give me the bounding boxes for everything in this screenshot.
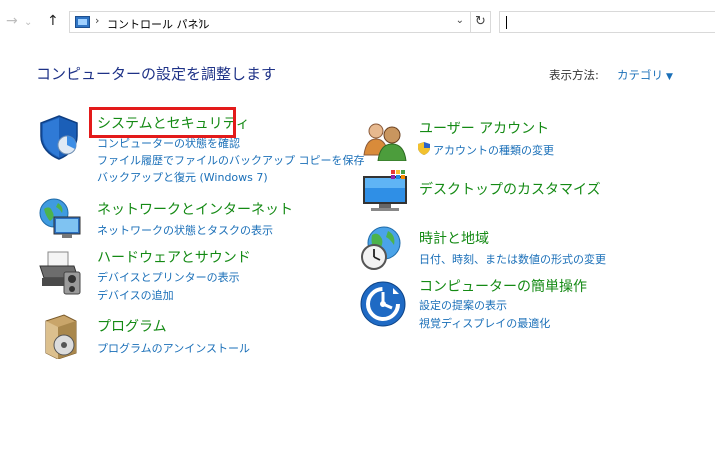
breadcrumb-separator[interactable]: › [95,14,99,27]
link-check-computer-status[interactable]: コンピューターの状態を確認 [97,135,240,151]
link-suggested-settings[interactable]: 設定の提案の表示 [419,297,507,313]
display-icon[interactable] [361,170,409,214]
breadcrumb-control-panel[interactable]: コントロール パネル [107,16,210,32]
view-by-value[interactable]: カテゴリ [617,68,663,82]
link-devices-printers[interactable]: デバイスとプリンターの表示 [97,269,240,285]
link-uninstall-program[interactable]: プログラムのアンインストール [97,340,250,356]
view-by-dropdown[interactable]: カテゴリ ▼ [617,67,673,83]
category-appearance[interactable]: デスクトップのカスタマイズ [419,179,601,199]
view-by-label: 表示方法: [549,68,599,82]
breadcrumb-separator-trailing[interactable]: › [198,14,202,27]
link-file-history[interactable]: ファイル履歴でファイルのバックアップ コピーを保存 [97,152,365,168]
category-network-internet[interactable]: ネットワークとインターネット [97,199,293,219]
category-hardware-sound[interactable]: ハードウェアとサウンド [97,247,251,267]
category-clock-region[interactable]: 時計と地域 [419,228,489,248]
back-arrow-icon[interactable]: → [6,12,18,30]
link-date-time-format[interactable]: 日付、時刻、または数値の形式の変更 [419,251,606,267]
control-panel-icon [75,16,90,28]
uac-shield-icon [418,142,430,155]
address-dropdown-icon[interactable]: ⌄ [456,15,464,26]
programs-icon[interactable] [42,313,80,359]
up-arrow-icon[interactable]: ↑ [47,12,59,30]
shield-icon[interactable] [38,114,80,160]
printer-icon[interactable] [38,248,82,296]
link-optimize-visual-display[interactable]: 視覚ディスプレイの最適化 [419,315,550,331]
link-add-device[interactable]: デバイスの追加 [97,287,174,303]
chevron-down-icon[interactable]: ▼ [666,72,673,82]
user-accounts-icon[interactable] [362,121,408,161]
link-change-account-type[interactable]: アカウントの種類の変更 [433,142,554,158]
link-network-status[interactable]: ネットワークの状態とタスクの表示 [97,222,273,238]
refresh-icon[interactable]: ↻ [471,11,491,33]
search-input[interactable] [499,11,715,33]
page-title: コンピューターの設定を調整します [36,65,277,83]
clock-globe-icon[interactable] [360,225,406,271]
category-user-accounts[interactable]: ユーザー アカウント [419,118,549,138]
link-backup-restore[interactable]: バックアップと復元 (Windows 7) [97,169,268,185]
address-bar[interactable]: › コントロール パネル › ⌄ [69,11,471,33]
network-globe-icon[interactable] [38,197,82,241]
highlight-box [89,107,236,138]
category-ease-of-access[interactable]: コンピューターの簡単操作 [419,276,587,296]
text-caret [506,16,507,29]
forward-dropdown-icon[interactable]: ⌄ [24,14,32,32]
ease-of-access-icon[interactable] [359,280,407,328]
category-programs[interactable]: プログラム [97,316,167,336]
